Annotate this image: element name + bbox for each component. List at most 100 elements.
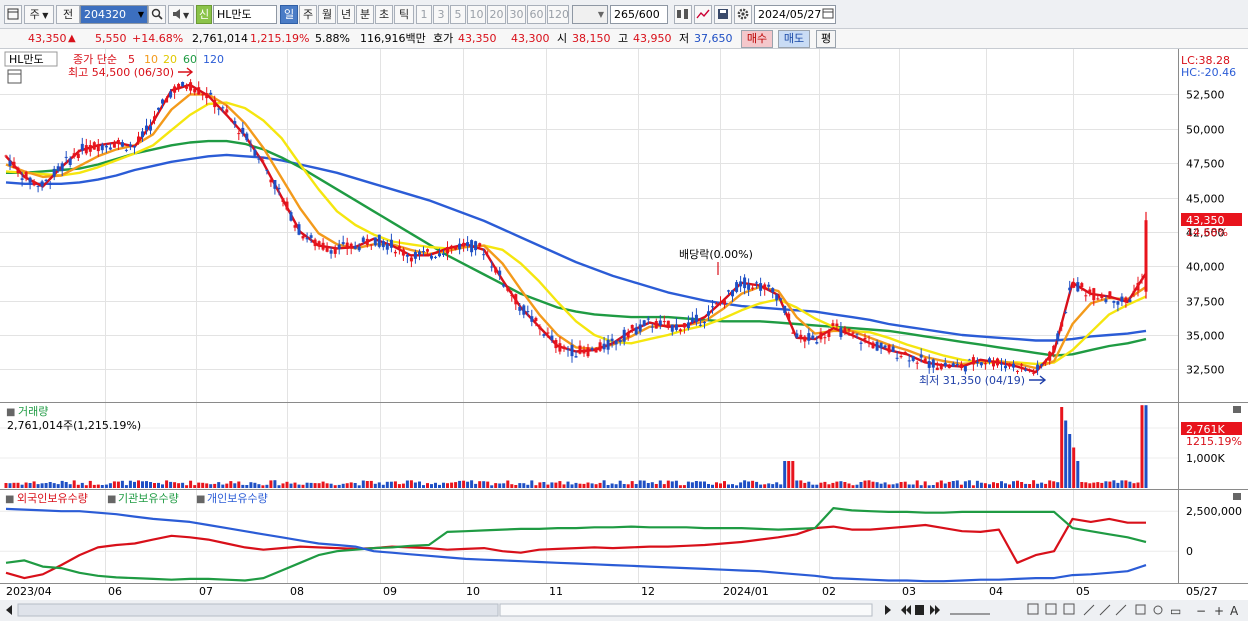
candle-body: [4, 155, 8, 157]
candle-body: [1016, 370, 1019, 372]
compare-icon[interactable]: [674, 5, 692, 24]
candle-body: [349, 243, 353, 249]
minute-dropdown[interactable]: ▼: [572, 5, 608, 24]
minute-option-1[interactable]: 1: [416, 5, 432, 24]
volume-bar: [422, 485, 425, 488]
x-tick-label: 06: [108, 585, 122, 598]
volume-bar: [1132, 483, 1136, 488]
zoom-out-icon[interactable]: −: [1196, 604, 1206, 618]
minute-option-3[interactable]: 3: [433, 5, 449, 24]
search-icon[interactable]: [148, 5, 166, 24]
minute-option-10[interactable]: 10: [467, 5, 486, 24]
minute-option-30[interactable]: 30: [507, 5, 526, 24]
volume-bar: [819, 482, 823, 488]
tab-second[interactable]: 초: [375, 5, 393, 24]
candle-body: [249, 146, 253, 148]
volume-bar: [959, 484, 963, 488]
stock-name-value: HL만도: [217, 8, 252, 21]
tab-tick[interactable]: 틱: [394, 5, 414, 24]
candle-body: [189, 82, 193, 91]
candle-body: [767, 284, 771, 287]
candle-body: [486, 255, 490, 257]
count-field[interactable]: 265/600: [610, 5, 668, 24]
print-icon[interactable]: ▭: [1170, 604, 1181, 618]
candle-body: [783, 305, 787, 313]
tab-month[interactable]: 월: [318, 5, 336, 24]
candle-body: [112, 143, 116, 148]
stock-chart[interactable]: 52,50050,00047,50045,00042,50040,00037,5…: [0, 49, 1248, 621]
volume-bar: [1012, 481, 1015, 488]
candle-body: [438, 253, 441, 257]
market-select[interactable]: 전: [56, 5, 80, 24]
volume-bar: [281, 483, 285, 488]
candle-body: [963, 366, 967, 372]
candle-body: [161, 99, 164, 104]
scroll-track[interactable]: [17, 603, 499, 617]
tab-year[interactable]: 년: [337, 5, 355, 24]
hc-label: HC:-20.46: [1181, 66, 1236, 79]
volume-bar: [1088, 483, 1092, 488]
holding-panel-close-icon[interactable]: [1233, 493, 1241, 500]
tab-day[interactable]: 일: [280, 5, 298, 24]
minute-option-120[interactable]: 120: [547, 5, 569, 24]
volume-bar: [490, 485, 494, 488]
stock-code-input[interactable]: 204320 ▼: [80, 5, 148, 24]
table-toggle-icon[interactable]: [7, 69, 22, 84]
minute-option-20[interactable]: 20: [487, 5, 506, 24]
trade-amount: 116,916백만: [360, 32, 426, 45]
candle-body: [1096, 298, 1100, 300]
volume-bar: [153, 483, 156, 488]
volume-bar: [181, 482, 185, 488]
volume-bar: [1024, 483, 1028, 488]
minute-option-5[interactable]: 5: [450, 5, 466, 24]
candle-body: [418, 251, 421, 255]
candle-body: [369, 244, 373, 246]
buy-button[interactable]: 매수: [741, 30, 773, 48]
candle-body: [357, 246, 361, 251]
candle-body: [145, 125, 148, 131]
gear-icon[interactable]: [734, 5, 752, 24]
volume-bar: [919, 485, 923, 488]
sell-button[interactable]: 매도: [778, 30, 810, 48]
open-label: 시: [557, 32, 568, 45]
volume-panel-close-icon[interactable]: [1233, 406, 1241, 413]
layout-icon[interactable]: [4, 5, 22, 24]
x-tick-label: 11: [549, 585, 563, 598]
candle-body: [779, 298, 783, 300]
tab-week[interactable]: 주: [299, 5, 317, 24]
save-icon[interactable]: [714, 5, 732, 24]
candle-body: [711, 306, 714, 308]
candle-body: [1052, 345, 1056, 353]
avg-button[interactable]: 평: [816, 30, 836, 48]
candle-body: [526, 311, 530, 313]
candle-body: [229, 118, 233, 120]
holding-legend-foreign: 외국인보유수량: [17, 492, 88, 505]
font-size-icon[interactable]: A: [1230, 604, 1239, 618]
price-tick-label: 45,000: [1186, 193, 1225, 206]
candle-body: [1024, 369, 1028, 371]
speaker-icon[interactable]: ▼: [168, 5, 194, 24]
volume-bar: [1060, 407, 1064, 488]
trend-icon[interactable]: [694, 5, 712, 24]
volume-bar: [4, 483, 8, 488]
candle-body: [353, 245, 357, 249]
zoom-in-icon[interactable]: +: [1214, 604, 1224, 618]
calendar-icon[interactable]: [820, 5, 836, 24]
volume-bar: [80, 482, 84, 488]
candle-body: [153, 116, 156, 121]
volume-bar: [333, 485, 337, 488]
scroll-thumb[interactable]: [499, 603, 873, 617]
volume-bar: [590, 483, 594, 488]
period-select[interactable]: 주 ▼: [24, 5, 54, 24]
candle-body: [173, 86, 177, 93]
candle-body: [1088, 289, 1092, 294]
volume-bar: [787, 461, 791, 488]
candle-body: [265, 169, 269, 171]
candle-body: [24, 172, 28, 179]
tab-minute[interactable]: 분: [356, 5, 374, 24]
minute-option-60[interactable]: 60: [527, 5, 546, 24]
candle-body: [626, 333, 630, 338]
volume-bar: [618, 480, 622, 488]
volume-bar: [707, 484, 710, 488]
stop-icon[interactable]: [915, 605, 924, 615]
